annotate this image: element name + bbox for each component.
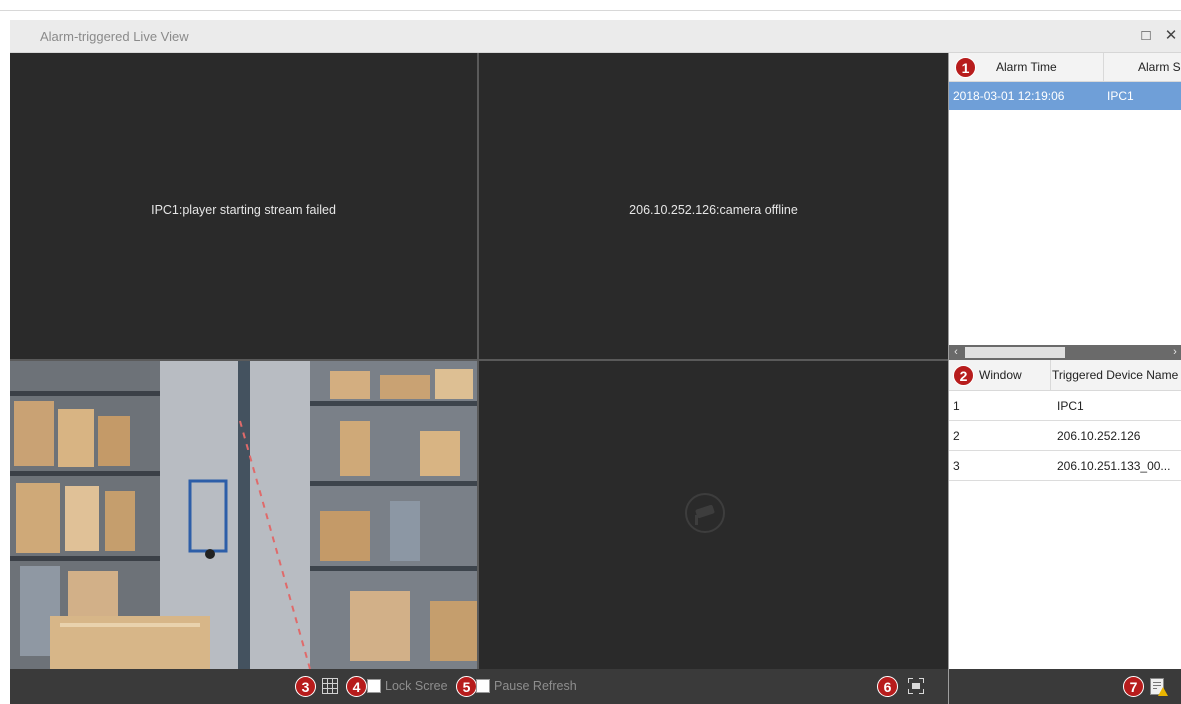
device-table-header: 2 Window Triggered Device Name [949,360,1181,391]
callout-4: 4 [346,676,367,697]
tile-1-message: IPC1:player starting stream failed [151,203,336,217]
alarm-log-icon[interactable] [1150,678,1168,696]
fullscreen-icon[interactable] [908,678,924,694]
video-toolbar: 3 4 Lock Scree 5 Pause Refresh 6 [10,669,948,704]
warehouse-live-feed [10,361,477,669]
alarm-row[interactable]: 2018-03-01 12:19:06 IPC1 [949,82,1181,110]
window-cell: 1 [953,399,960,413]
window-cell: 3 [953,459,960,473]
device-name-column-header[interactable]: Triggered Device Name [1051,360,1181,391]
lock-screen-checkbox[interactable] [367,679,381,693]
scrollbar-thumb[interactable] [965,347,1065,358]
pause-refresh-label: Pause Refresh [494,679,577,693]
maximize-icon[interactable]: □ [1135,25,1157,47]
alarm-side-panel: 1 Alarm Time Alarm S 2018-03-01 12:19:06… [948,53,1181,704]
window-cell: 2 [953,429,960,443]
tile-2-message: 206.10.252.126:camera offline [629,203,798,217]
video-tile-3[interactable] [10,361,477,669]
tile-divider-vertical [477,53,479,669]
scroll-right-icon[interactable]: › [1168,345,1181,360]
callout-5: 5 [456,676,477,697]
close-icon[interactable]: ✕ [1160,25,1181,47]
device-name-cell: IPC1 [1057,399,1084,413]
side-panel-toolbar: 7 [949,669,1181,704]
device-name-cell: 206.10.252.126 [1057,429,1141,443]
callout-1: 1 [955,57,976,78]
tile-divider-horizontal [10,359,948,361]
device-row[interactable]: 2 206.10.252.126 [949,421,1181,451]
pause-refresh-checkbox[interactable] [476,679,490,693]
alarm-table-scrollbar[interactable]: ‹ › [949,345,1181,360]
alarm-time-cell: 2018-03-01 12:19:06 [953,89,1065,103]
window-title: Alarm-triggered Live View [40,29,189,44]
no-video-camera-icon [685,493,725,533]
top-edge [0,0,1181,12]
lock-screen-label: Lock Scree [385,679,448,693]
alarm-live-view-window: Alarm-triggered Live View □ ✕ IPC1:playe… [10,20,1181,704]
video-tile-1[interactable]: IPC1:player starting stream failed [10,53,477,359]
alarm-table-header: 1 Alarm Time Alarm S [949,53,1181,82]
alarm-source-header[interactable]: Alarm S [1104,53,1181,82]
video-tile-2[interactable]: 206.10.252.126:camera offline [479,53,948,359]
grid-layout-icon[interactable] [322,678,338,694]
title-bar: Alarm-triggered Live View □ ✕ [10,20,1181,53]
device-row[interactable]: 1 IPC1 [949,391,1181,421]
video-tile-4[interactable] [479,361,948,669]
callout-2: 2 [953,365,974,386]
video-grid: IPC1:player starting stream failed 206.1… [10,53,948,669]
callout-3: 3 [295,676,316,697]
window-column-header[interactable]: Window [975,360,1051,391]
scroll-left-icon[interactable]: ‹ [949,345,963,360]
alarm-source-cell: IPC1 [1107,89,1134,103]
device-row[interactable]: 3 206.10.251.133_00... [949,451,1181,481]
callout-7: 7 [1123,676,1144,697]
alarm-time-header[interactable]: Alarm Time [982,53,1104,82]
callout-6: 6 [877,676,898,697]
device-name-cell: 206.10.251.133_00... [1057,459,1171,473]
